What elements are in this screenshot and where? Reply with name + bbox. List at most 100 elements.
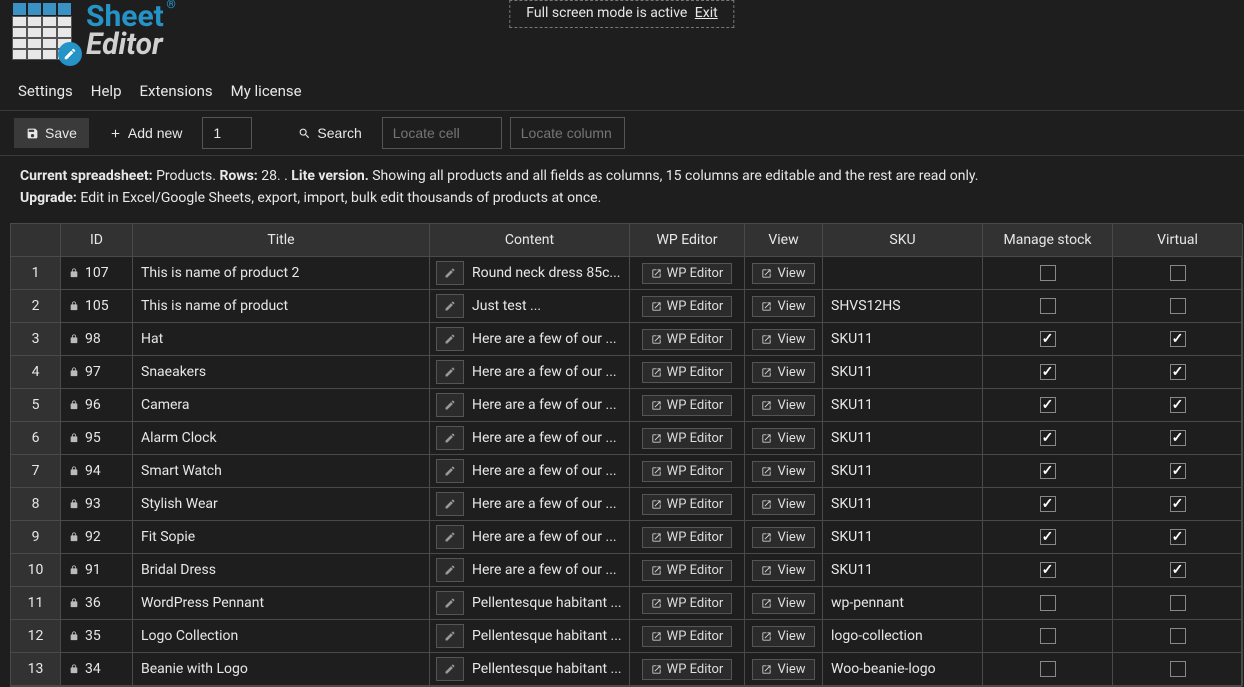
cell-title[interactable]: Snaeakers [133, 356, 430, 389]
wp-editor-button[interactable]: WP Editor [642, 560, 733, 581]
virtual-checkbox[interactable] [1170, 496, 1186, 512]
row-number[interactable]: 8 [11, 488, 61, 521]
manage-stock-checkbox[interactable] [1040, 397, 1056, 413]
row-number[interactable]: 11 [11, 587, 61, 620]
cell-id[interactable]: 34 [61, 653, 133, 686]
virtual-checkbox[interactable] [1170, 562, 1186, 578]
cell-id[interactable]: 98 [61, 323, 133, 356]
view-button[interactable]: View [752, 494, 814, 515]
manage-stock-checkbox[interactable] [1040, 661, 1056, 677]
locate-column-input[interactable] [510, 117, 625, 149]
cell-sku[interactable]: Woo-beanie-logo [823, 653, 983, 686]
view-button[interactable]: View [752, 593, 814, 614]
view-button[interactable]: View [752, 362, 814, 383]
edit-content-button[interactable] [436, 558, 464, 582]
cell-content[interactable]: Here are a few of our ... [430, 554, 630, 587]
cell-content[interactable]: Here are a few of our ... [430, 356, 630, 389]
edit-content-button[interactable] [436, 294, 464, 318]
cell-content[interactable]: Here are a few of our ... [430, 488, 630, 521]
view-button[interactable]: View [752, 626, 814, 647]
view-button[interactable]: View [752, 659, 814, 680]
virtual-checkbox[interactable] [1170, 628, 1186, 644]
cell-sku[interactable]: SHVS12HS [823, 290, 983, 323]
virtual-checkbox[interactable] [1170, 595, 1186, 611]
cell-content[interactable]: Pellentesque habitant ... [430, 653, 630, 686]
menu-settings[interactable]: Settings [18, 82, 73, 100]
column-header[interactable]: Manage stock [983, 224, 1113, 257]
virtual-checkbox[interactable] [1170, 298, 1186, 314]
manage-stock-checkbox[interactable] [1040, 265, 1056, 281]
edit-content-button[interactable] [436, 393, 464, 417]
wp-editor-button[interactable]: WP Editor [642, 527, 733, 548]
cell-id[interactable]: 94 [61, 455, 133, 488]
wp-editor-button[interactable]: WP Editor [642, 263, 733, 284]
wp-editor-button[interactable]: WP Editor [642, 659, 733, 680]
cell-sku[interactable]: SKU11 [823, 389, 983, 422]
add-new-button[interactable]: Add new [97, 118, 194, 148]
cell-title[interactable]: Camera [133, 389, 430, 422]
wp-editor-button[interactable]: WP Editor [642, 395, 733, 416]
cell-content[interactable]: Here are a few of our ... [430, 521, 630, 554]
cell-sku[interactable]: SKU11 [823, 422, 983, 455]
manage-stock-checkbox[interactable] [1040, 331, 1056, 347]
view-button[interactable]: View [752, 329, 814, 350]
cell-id[interactable]: 105 [61, 290, 133, 323]
cell-id[interactable]: 96 [61, 389, 133, 422]
wp-editor-button[interactable]: WP Editor [642, 593, 733, 614]
cell-title[interactable]: Beanie with Logo [133, 653, 430, 686]
manage-stock-checkbox[interactable] [1040, 628, 1056, 644]
cell-title[interactable]: Alarm Clock [133, 422, 430, 455]
edit-content-button[interactable] [436, 261, 464, 285]
cell-content[interactable]: Just test ... [430, 290, 630, 323]
cell-id[interactable]: 95 [61, 422, 133, 455]
column-header[interactable]: View [745, 224, 823, 257]
cell-sku[interactable]: SKU11 [823, 554, 983, 587]
edit-content-button[interactable] [436, 624, 464, 648]
cell-sku[interactable]: wp-pennant [823, 587, 983, 620]
wp-editor-button[interactable]: WP Editor [642, 494, 733, 515]
cell-id[interactable]: 92 [61, 521, 133, 554]
edit-content-button[interactable] [436, 327, 464, 351]
column-header[interactable]: ID [61, 224, 133, 257]
row-number[interactable]: 3 [11, 323, 61, 356]
cell-content[interactable]: Pellentesque habitant ... [430, 587, 630, 620]
cell-sku[interactable]: logo-collection [823, 620, 983, 653]
wp-editor-button[interactable]: WP Editor [642, 461, 733, 482]
cell-title[interactable]: Stylish Wear [133, 488, 430, 521]
cell-id[interactable]: 97 [61, 356, 133, 389]
edit-content-button[interactable] [436, 426, 464, 450]
row-number[interactable]: 10 [11, 554, 61, 587]
virtual-checkbox[interactable] [1170, 397, 1186, 413]
page-number-input[interactable] [202, 117, 252, 149]
virtual-checkbox[interactable] [1170, 463, 1186, 479]
row-number[interactable]: 1 [11, 257, 61, 290]
row-number[interactable]: 12 [11, 620, 61, 653]
cell-id[interactable]: 93 [61, 488, 133, 521]
edit-content-button[interactable] [436, 657, 464, 681]
row-number[interactable]: 9 [11, 521, 61, 554]
view-button[interactable]: View [752, 296, 814, 317]
view-button[interactable]: View [752, 263, 814, 284]
cell-id[interactable]: 107 [61, 257, 133, 290]
virtual-checkbox[interactable] [1170, 265, 1186, 281]
cell-sku[interactable] [823, 257, 983, 290]
row-number[interactable]: 4 [11, 356, 61, 389]
cell-title[interactable]: Logo Collection [133, 620, 430, 653]
row-number[interactable]: 2 [11, 290, 61, 323]
column-header[interactable]: Content [430, 224, 630, 257]
cell-content[interactable]: Here are a few of our ... [430, 323, 630, 356]
cell-sku[interactable]: SKU11 [823, 521, 983, 554]
cell-sku[interactable]: SKU11 [823, 488, 983, 521]
edit-content-button[interactable] [436, 492, 464, 516]
view-button[interactable]: View [752, 560, 814, 581]
column-header[interactable]: WP Editor [630, 224, 745, 257]
view-button[interactable]: View [752, 527, 814, 548]
cell-title[interactable]: Smart Watch [133, 455, 430, 488]
cell-sku[interactable]: SKU11 [823, 455, 983, 488]
row-number[interactable]: 5 [11, 389, 61, 422]
cell-id[interactable]: 35 [61, 620, 133, 653]
virtual-checkbox[interactable] [1170, 364, 1186, 380]
wp-editor-button[interactable]: WP Editor [642, 428, 733, 449]
manage-stock-checkbox[interactable] [1040, 595, 1056, 611]
save-button[interactable]: Save [14, 118, 89, 148]
